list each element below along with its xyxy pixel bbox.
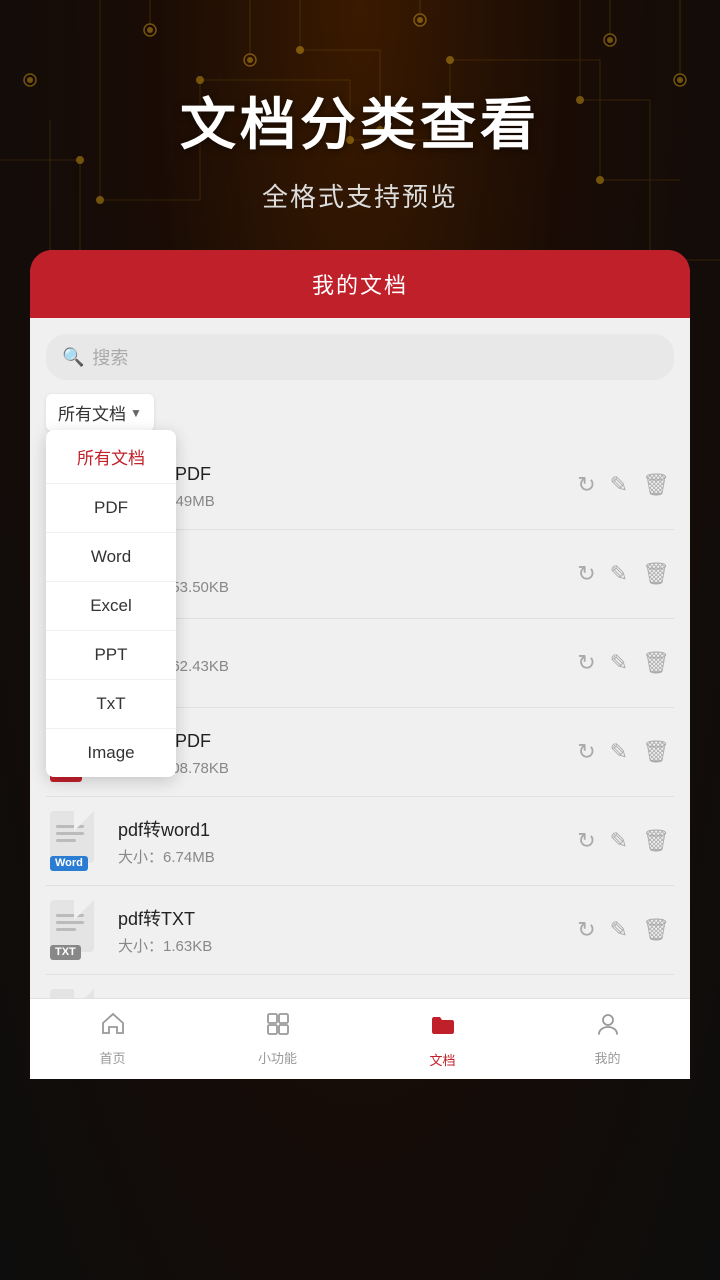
edit-icon[interactable]: ✎ <box>610 472 628 498</box>
delete-icon[interactable]: 🗑 <box>642 650 670 676</box>
edit-icon[interactable]: ✎ <box>610 561 628 587</box>
filter-button[interactable]: 所有文档 ▼ <box>46 394 154 431</box>
doc-name-6: pdf转TXT <box>118 905 577 931</box>
doc-actions-4: ↻ ✎ 🗑 <box>577 739 670 765</box>
doc-name-4: word转PDF <box>118 727 577 753</box>
edit-icon[interactable]: ✎ <box>610 828 628 854</box>
list-item: Word pdf转word1 大小：6.74MB ↻ ✎ 🗑 <box>46 797 674 886</box>
profile-icon <box>595 1011 621 1044</box>
edit-icon[interactable]: ✎ <box>610 917 628 943</box>
filter-option-all[interactable]: 所有文档 <box>46 430 176 484</box>
doc-actions-3: ↻ ✎ 🗑 <box>577 650 670 676</box>
doc-icon-6: TXT <box>50 900 104 960</box>
delete-icon[interactable]: 🗑 <box>642 739 670 765</box>
list-item: TXT pdf转TXT 大小：1.63KB ↻ ✎ 🗑 <box>46 886 674 975</box>
filter-option-ppt[interactable]: PPT <box>46 631 176 680</box>
search-bar[interactable]: 🔍 搜索 <box>46 334 674 380</box>
filter-option-word[interactable]: Word <box>46 533 176 582</box>
doc-size-4: 大小：108.78KB <box>118 757 577 778</box>
nav-item-home[interactable]: 首页 <box>30 999 195 1079</box>
tools-icon <box>265 1011 291 1044</box>
doc-size-5: 大小：6.74MB <box>118 846 577 867</box>
nav-label-tools: 小功能 <box>258 1048 297 1067</box>
refresh-icon[interactable]: ↻ <box>577 739 595 765</box>
nav-label-home: 首页 <box>99 1048 125 1067</box>
filter-option-txt[interactable]: TxT <box>46 680 176 729</box>
delete-icon[interactable]: 🗑 <box>642 561 670 587</box>
hero-title: 文档分类查看 <box>0 80 720 161</box>
nav-label-docs: 文档 <box>429 1050 455 1069</box>
folder-icon <box>429 1011 457 1046</box>
doc-info-5: pdf转word1 大小：6.74MB <box>118 816 577 867</box>
nav-item-tools[interactable]: 小功能 <box>195 999 360 1079</box>
main-card: 我的文档 🔍 搜索 所有文档 ▼ 所有文档 PDF Word Excel PPT… <box>30 250 690 1079</box>
home-icon <box>100 1011 126 1044</box>
hero-subtitle: 全格式支持预览 <box>0 177 720 214</box>
edit-icon[interactable]: ✎ <box>610 650 628 676</box>
doc-actions-6: ↻ ✎ 🗑 <box>577 917 670 943</box>
doc-size-2: 大小：353.50KB <box>118 576 577 597</box>
delete-icon[interactable]: 🗑 <box>642 917 670 943</box>
card-header: 我的文档 <box>30 250 690 318</box>
nav-item-docs[interactable]: 文档 <box>360 999 525 1079</box>
edit-icon[interactable]: ✎ <box>610 739 628 765</box>
refresh-icon[interactable]: ↻ <box>577 472 595 498</box>
badge-word-5: Word <box>50 856 88 871</box>
badge-txt-6: TXT <box>50 945 81 960</box>
nav-label-profile: 我的 <box>594 1048 620 1067</box>
doc-size-6: 大小：1.63KB <box>118 935 577 956</box>
refresh-icon[interactable]: ↻ <box>577 828 595 854</box>
search-icon: 🔍 <box>62 347 84 368</box>
filter-current-label: 所有文档 <box>58 400 126 425</box>
doc-icon-5: Word <box>50 811 104 871</box>
search-placeholder: 搜索 <box>92 344 128 370</box>
bottom-nav: 首页 小功能 文档 <box>30 998 690 1079</box>
doc-actions-1: ↻ ✎ 🗑 <box>577 472 670 498</box>
doc-actions-2: ↻ ✎ 🗑 <box>577 561 670 587</box>
doc-info-2: word 大小：353.50KB <box>118 551 577 597</box>
filter-option-pdf[interactable]: PDF <box>46 484 176 533</box>
doc-info-3: 大小：362.43KB <box>118 651 577 676</box>
card-title: 我的文档 <box>312 273 408 298</box>
refresh-icon[interactable]: ↻ <box>577 650 595 676</box>
doc-actions-5: ↻ ✎ 🗑 <box>577 828 670 854</box>
filter-option-excel[interactable]: Excel <box>46 582 176 631</box>
refresh-icon[interactable]: ↻ <box>577 561 595 587</box>
chevron-down-icon: ▼ <box>130 406 142 420</box>
refresh-icon[interactable]: ↻ <box>577 917 595 943</box>
delete-icon[interactable]: 🗑 <box>642 828 670 854</box>
doc-size-3: 大小：362.43KB <box>118 655 577 676</box>
doc-info-1: word转PDF 大小：1.49MB <box>118 460 577 511</box>
filter-row: 所有文档 ▼ 所有文档 PDF Word Excel PPT TxT Image <box>46 394 674 431</box>
doc-name-2: word <box>118 551 577 572</box>
card-body: 🔍 搜索 所有文档 ▼ 所有文档 PDF Word Excel PPT TxT … <box>30 318 690 1079</box>
nav-item-profile[interactable]: 我的 <box>525 999 690 1079</box>
doc-name-1: word转PDF <box>118 460 577 486</box>
filter-option-image[interactable]: Image <box>46 729 176 777</box>
doc-size-1: 大小：1.49MB <box>118 490 577 511</box>
delete-icon[interactable]: 🗑 <box>642 472 670 498</box>
filter-dropdown: 所有文档 PDF Word Excel PPT TxT Image <box>46 430 176 777</box>
doc-info-6: pdf转TXT 大小：1.63KB <box>118 905 577 956</box>
doc-name-5: pdf转word1 <box>118 816 577 842</box>
doc-info-4: word转PDF 大小：108.78KB <box>118 727 577 778</box>
